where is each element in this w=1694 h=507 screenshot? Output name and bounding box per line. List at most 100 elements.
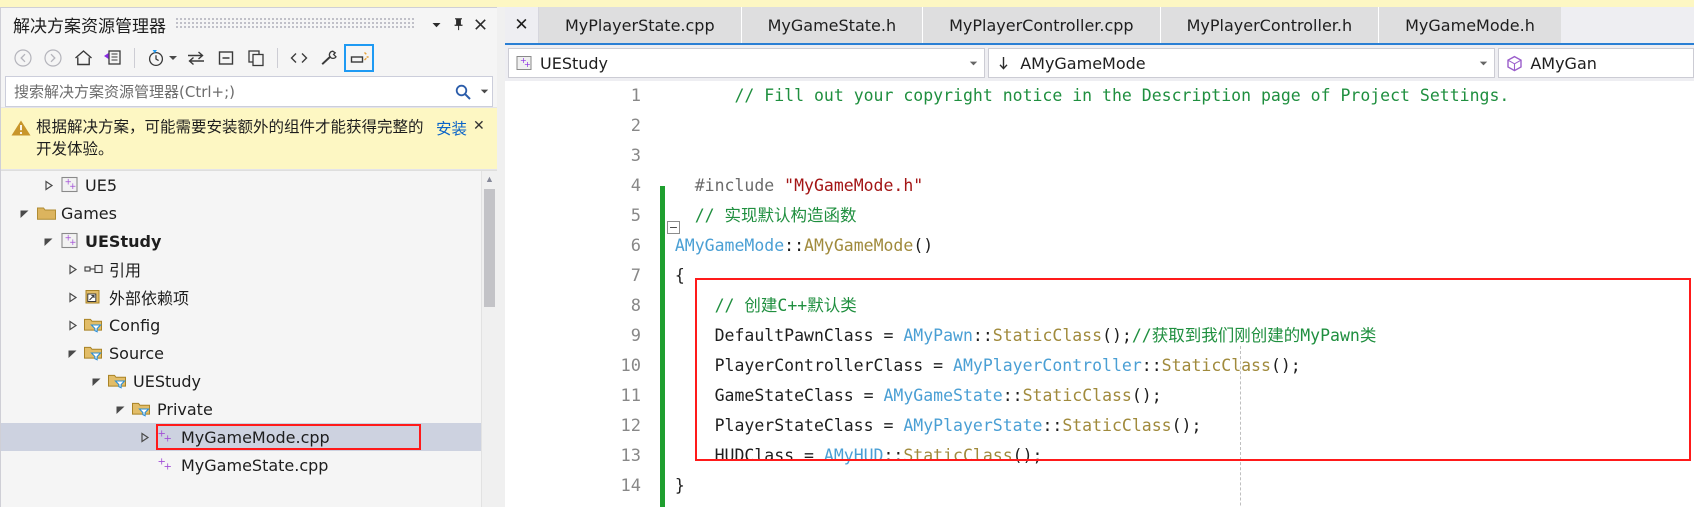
code-line[interactable]: 6 AMyGameMode::AMyGameMode()	[505, 231, 1694, 261]
collapse-all-icon[interactable]	[212, 45, 240, 71]
chevron-down-icon[interactable]	[425, 13, 447, 35]
code-line[interactable]: 1 // Fill out your copyright notice in t…	[505, 81, 1694, 111]
editor-tab-myplayercontroller-cpp[interactable]: MyPlayerController.cpp	[922, 7, 1160, 43]
collapsed-arrow-icon[interactable]	[63, 319, 81, 331]
collapsed-arrow-icon[interactable]	[63, 291, 81, 303]
editor-tabstrip: ✕ MyPlayerState.cpp MyGameState.h MyPlayer…	[505, 7, 1694, 45]
code-line[interactable]: 13 HUDClass = AMyHUD::StaticClass();	[505, 441, 1694, 471]
tree-scrollbar[interactable]: ▲	[481, 171, 497, 507]
install-components-warning: 根据解决方案，可能需要安装额外的组件才能获得完整的开发体验。 安装 ✕	[1, 107, 497, 170]
code-line[interactable]: 11 GameStateClass = AMyGameState::Static…	[505, 381, 1694, 411]
tree-item-source[interactable]: Source	[1, 339, 481, 367]
code-line[interactable]: 2	[505, 111, 1694, 141]
tree-item-config[interactable]: Config	[1, 311, 481, 339]
chevron-down-icon[interactable]	[962, 59, 984, 68]
drag-dots	[176, 18, 415, 30]
tree-item-uestudy[interactable]: + + UEStudy	[1, 227, 481, 255]
code-line[interactable]: 4 #include "MyGameMode.h"	[505, 171, 1694, 201]
expanded-arrow-icon[interactable]	[63, 348, 81, 359]
tree-item-uestudy[interactable]: UEStudy	[1, 367, 481, 395]
editor-tab-mygamestate-h[interactable]: MyGameState.h	[740, 7, 923, 43]
code-line[interactable]: 7 {	[505, 261, 1694, 291]
code-line[interactable]: 3	[505, 141, 1694, 171]
tree-item-private[interactable]: Private	[1, 395, 481, 423]
close-icon[interactable]: ✕	[473, 116, 491, 134]
code-view-icon[interactable]	[285, 45, 313, 71]
code-editor: ✕ MyPlayerState.cpp MyGameState.h MyPlayer…	[505, 7, 1694, 507]
method-cube-icon	[1506, 55, 1528, 72]
expanded-arrow-icon[interactable]	[15, 208, 33, 219]
code-line[interactable]: 8 // 创建C++默认类	[505, 291, 1694, 321]
code-text: DefaultPawnClass = AMyPawn::StaticClass(…	[714, 326, 1377, 345]
sync-icon[interactable]	[182, 45, 210, 71]
code-line[interactable]: 12 PlayerStateClass = AMyPlayerState::St…	[505, 411, 1694, 441]
panel-splitter[interactable]	[497, 7, 505, 507]
indent-guide	[1240, 346, 1241, 507]
search-icon[interactable]	[450, 83, 476, 101]
scroll-up-icon[interactable]: ▲	[482, 171, 497, 187]
tree-item-ue5[interactable]: + + UE5	[1, 171, 481, 199]
tree-item-label: 引用	[109, 261, 142, 280]
collapsed-arrow-icon[interactable]	[135, 431, 153, 443]
tree-item-mygamestate-cpp[interactable]: + + MyGameState.cpp	[1, 451, 481, 479]
home-icon[interactable]	[69, 45, 97, 71]
search-input[interactable]	[6, 82, 450, 101]
tree-item-label: Source	[109, 343, 164, 363]
editor-tab-myplayerstate-cpp[interactable]: MyPlayerState.cpp	[539, 7, 741, 43]
close-icon[interactable]	[469, 13, 491, 35]
code-line[interactable]: 9 DefaultPawnClass = AMyPawn::StaticClas…	[505, 321, 1694, 351]
folder-icon	[33, 204, 59, 222]
tree-item-label: MyGameState.cpp	[181, 455, 329, 475]
expanded-arrow-icon[interactable]	[87, 376, 105, 387]
chevron-down-icon[interactable]	[476, 87, 492, 96]
expanded-arrow-icon[interactable]	[111, 404, 129, 415]
code-text: GameStateClass = AMyGameState::StaticCla…	[714, 386, 1162, 405]
tree-item-games[interactable]: Games	[1, 199, 481, 227]
line-number: 4	[630, 176, 641, 196]
pin-icon[interactable]	[447, 13, 469, 35]
filter-folder-icon	[105, 372, 131, 390]
code-surface[interactable]: 1 // Fill out your copyright notice in t…	[505, 81, 1694, 507]
collapsed-arrow-icon[interactable]	[39, 179, 57, 191]
tree-item-[interactable]: 引用	[1, 255, 481, 283]
back-icon[interactable]	[9, 45, 37, 71]
code-line[interactable]: 5 // 实现默认构造函数	[505, 201, 1694, 231]
line-number: 3	[630, 146, 641, 166]
solution-icon[interactable]	[99, 45, 127, 71]
preview-selected-items-icon[interactable]	[344, 44, 374, 72]
search-box[interactable]	[5, 76, 493, 107]
scrollbar-thumb[interactable]	[484, 189, 495, 307]
line-number: 1	[630, 86, 641, 106]
panel-title: 解决方案资源管理器	[13, 16, 166, 37]
close-icon[interactable]: ✕	[505, 7, 539, 43]
change-bar	[660, 186, 665, 507]
install-link[interactable]: 安装	[434, 116, 473, 139]
chevron-down-icon[interactable]	[169, 56, 177, 60]
tree-item-label: UEStudy	[133, 371, 202, 391]
line-number: 11	[620, 386, 641, 406]
tree-item-[interactable]: 外部依赖项	[1, 283, 481, 311]
pending-changes-icon[interactable]	[142, 45, 170, 71]
code-text: {	[655, 266, 685, 285]
expanded-arrow-icon[interactable]	[39, 236, 57, 247]
show-all-files-icon[interactable]	[242, 45, 270, 71]
properties-icon[interactable]	[315, 45, 343, 71]
collapsed-arrow-icon[interactable]	[63, 263, 81, 275]
type-dropdown[interactable]: AMyGameMode	[988, 48, 1496, 78]
project-dropdown[interactable]: + + UEStudy	[508, 48, 986, 78]
editor-tab-myplayercontroller-h[interactable]: MyPlayerController.h	[1159, 7, 1379, 43]
forward-icon[interactable]	[39, 45, 67, 71]
code-text: }	[655, 476, 685, 495]
svg-text:+: +	[164, 434, 172, 445]
warning-icon	[10, 116, 36, 143]
svg-text:+: +	[69, 182, 76, 192]
collapse-region-icon[interactable]: −	[667, 221, 680, 234]
tree-item-mygamemode-cpp[interactable]: + + MyGameMode.cpp	[1, 423, 481, 451]
chevron-down-icon[interactable]	[1472, 59, 1494, 68]
tree-item-label: Games	[61, 203, 117, 223]
code-line[interactable]: 10 PlayerControllerClass = AMyPlayerCont…	[505, 351, 1694, 381]
member-dropdown[interactable]: AMyGan	[1498, 48, 1694, 78]
editor-tab-mygamemode-h[interactable]: MyGameMode.h	[1378, 7, 1561, 43]
visual-studio-window: 解决方案资源管理器 搜索解决方案资源管理器(Ctrl+;) 根据解决方案，可能需…	[0, 0, 1694, 507]
code-line[interactable]: 14 }	[505, 471, 1694, 501]
